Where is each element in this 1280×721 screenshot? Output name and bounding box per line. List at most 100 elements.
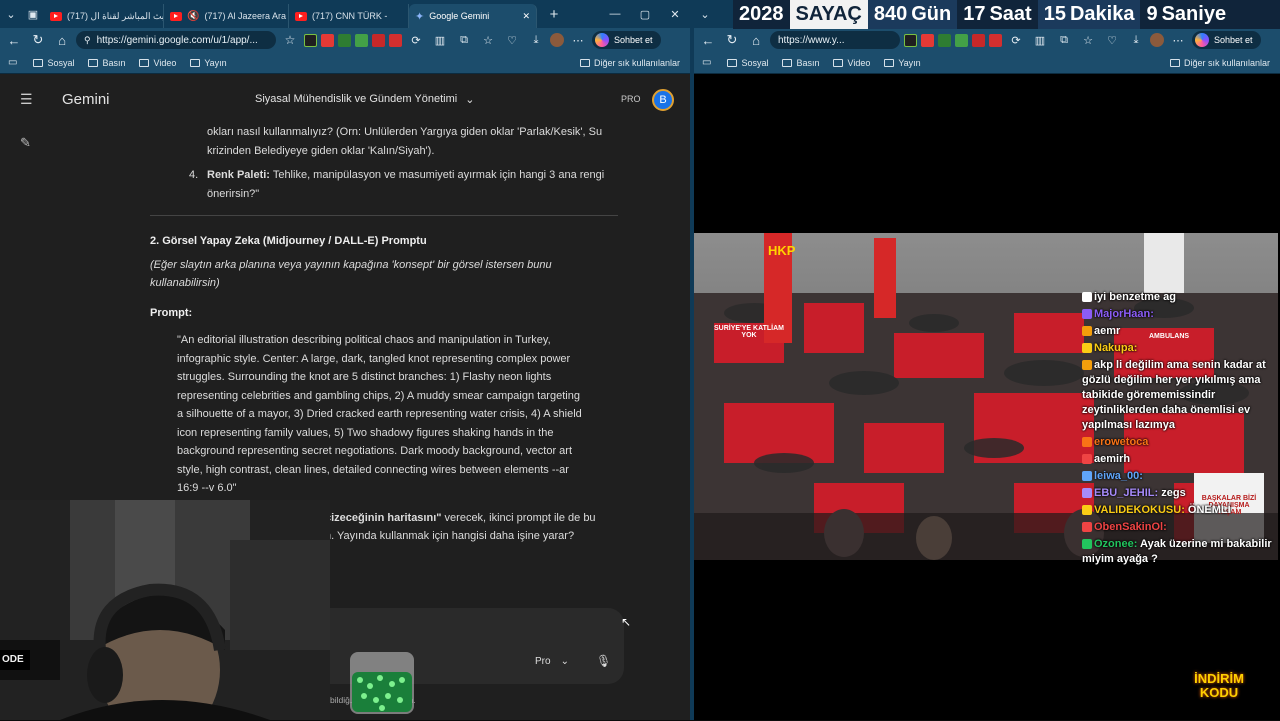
profile-avatar[interactable] — [550, 33, 564, 47]
more-menu-icon[interactable]: ⋯ — [568, 30, 588, 50]
extension-icon[interactable] — [372, 33, 385, 47]
mode-label: Pro — [535, 656, 551, 667]
url-field[interactable]: ⚲ https://gemini.google.com/u/1/app/... — [76, 31, 276, 49]
streamer-webcam: ODE — [0, 500, 330, 720]
extension-icon[interactable] — [338, 33, 351, 47]
hamburger-menu-icon[interactable]: ☰ — [20, 91, 33, 108]
bookmark-folder[interactable]: Basın — [88, 58, 125, 68]
bookmarks-bar: ▭ Sosyal Basın Video Yayın Diğer sık kul… — [0, 52, 690, 74]
chat-username: Nakupa: — [1094, 342, 1138, 354]
maximize-icon[interactable]: ▢ — [630, 3, 660, 25]
close-window-icon[interactable]: ✕ — [660, 3, 690, 25]
tab-google-gemini[interactable]: ✦ Google Gemini ✕ — [409, 4, 537, 28]
folder-icon — [833, 58, 844, 67]
extension-icon[interactable] — [904, 33, 917, 47]
extension-icon[interactable] — [938, 33, 951, 47]
extension-icon[interactable] — [304, 33, 317, 47]
muted-speaker-icon[interactable]: 🔇 — [187, 11, 199, 22]
favorites-icon[interactable]: ☆ — [1078, 30, 1098, 50]
browser-essentials-icon[interactable]: ♡ — [502, 30, 522, 50]
folder-icon — [190, 58, 201, 67]
chat-badge-icon — [1082, 360, 1092, 371]
back-arrow-icon[interactable]: ← — [4, 30, 24, 50]
new-tab-button[interactable]: + — [543, 3, 565, 25]
collections-icon[interactable]: ⧉ — [454, 30, 474, 50]
downloads-icon[interactable]: ⤓ — [1126, 30, 1146, 50]
countdown-year: 2028 — [733, 0, 790, 29]
split-screen-icon[interactable]: ▥ — [430, 30, 450, 50]
youtube-icon — [295, 11, 307, 21]
tab-youtube-aljazeera[interactable]: 🔇 (717) Al Jazeera Ara — [164, 4, 289, 28]
tab-youtube-arabic[interactable]: البث المباشر لقناة ال (717) — [44, 4, 164, 28]
minimize-icon[interactable]: — — [600, 3, 630, 25]
browser-essentials-icon[interactable]: ♡ — [1102, 30, 1122, 50]
chat-badge-icon — [1082, 488, 1092, 499]
folder-icon — [33, 58, 44, 67]
more-menu-icon[interactable]: ⋯ — [1168, 30, 1188, 50]
bookmark-folder[interactable]: Basın — [782, 58, 819, 68]
chat-badge-icon — [1082, 505, 1092, 516]
sidebar-toggle-icon[interactable]: ▭ — [8, 57, 17, 68]
extensions-puzzle-icon[interactable]: ⟳ — [1006, 30, 1026, 50]
chat-message: erowetoca — [1082, 435, 1278, 450]
model-mode-dropdown[interactable]: Pro ⌄ — [535, 656, 569, 667]
workspaces-icon[interactable]: ▣ — [22, 3, 44, 25]
copilot-chat-button[interactable]: Sohbet et — [592, 31, 661, 49]
live-chat-overlay: iyi benzetme ag MajorHaan: aemr Nakupa: ak… — [1082, 290, 1278, 569]
downloads-icon[interactable]: ⤓ — [526, 30, 546, 50]
home-icon[interactable]: ⌂ — [746, 30, 766, 50]
chat-username: leiwa_00: — [1094, 470, 1143, 482]
extension-icon[interactable] — [972, 33, 985, 47]
sidebar-toggle-icon[interactable]: ▭ — [702, 57, 711, 68]
url-field[interactable]: https://www.y... — [770, 31, 900, 49]
favorites-icon[interactable]: ☆ — [478, 30, 498, 50]
extension-icon[interactable] — [321, 33, 334, 47]
tab-actions-chevron-icon[interactable]: ⌄ — [694, 3, 716, 25]
copilot-chat-button[interactable]: Sohbet et — [1192, 31, 1261, 49]
extension-icon[interactable] — [921, 33, 934, 47]
chat-text: ÖNEMLİ — [1187, 504, 1231, 516]
collections-icon[interactable]: ⧉ — [1054, 30, 1074, 50]
bookmark-folder[interactable]: Sosyal — [727, 58, 768, 68]
chat-message: akp li değilim ama senin kadar at gözlü … — [1082, 358, 1278, 433]
bookmark-folder[interactable]: Yayın — [190, 58, 227, 68]
bookmark-folder[interactable]: Video — [139, 58, 176, 68]
bookmark-label: Yayın — [898, 57, 921, 68]
site-info-icon[interactable]: ⚲ — [84, 35, 91, 46]
chat-text: aemr — [1094, 325, 1121, 337]
other-bookmarks-folder[interactable]: Diğer sık kullanılanlar — [1169, 58, 1270, 68]
countdown-hours: 17 Saat — [957, 0, 1038, 29]
tab-youtube-cnnturk[interactable]: (717) CNN TÜRK - — [289, 4, 409, 28]
extension-icon[interactable] — [389, 33, 402, 47]
extension-icon[interactable] — [955, 33, 968, 47]
protest-sign-text: SURİYE'YE KATLİAM YOK — [714, 325, 784, 339]
new-chat-edit-icon[interactable]: ✎ — [20, 135, 31, 151]
tab-actions-chevron-icon[interactable]: ⌄ — [0, 3, 22, 25]
profile-avatar[interactable] — [1150, 33, 1164, 47]
conversation-title: Siyasal Mühendislik ve Gündem Yönetimi — [255, 93, 458, 105]
extensions-puzzle-icon[interactable]: ⟳ — [406, 30, 426, 50]
bookmark-folder[interactable]: Sosyal — [33, 58, 74, 68]
bookmark-folder[interactable]: Video — [833, 58, 870, 68]
home-icon[interactable]: ⌂ — [52, 30, 72, 50]
chat-badge-icon — [1082, 471, 1092, 482]
reload-icon[interactable]: ↻ — [28, 30, 48, 50]
extension-icon[interactable] — [989, 33, 1002, 47]
split-screen-icon[interactable]: ▥ — [1030, 30, 1050, 50]
item-bold-label: Renk Paleti: — [207, 169, 270, 181]
bookmark-folder[interactable]: Yayın — [884, 57, 921, 68]
reload-icon[interactable]: ↻ — [722, 30, 742, 50]
microphone-icon[interactable]: 🎙 — [596, 654, 611, 668]
close-tab-icon[interactable]: ✕ — [522, 11, 530, 22]
tab-label: (717) CNN TÜRK - — [312, 11, 388, 21]
back-arrow-icon[interactable]: ← — [698, 30, 718, 50]
account-avatar[interactable]: B — [652, 89, 674, 111]
other-bookmarks-folder[interactable]: Diğer sık kullanılanlar — [579, 58, 680, 68]
copilot-icon — [595, 33, 609, 47]
gemini-brand: Gemini — [62, 91, 110, 108]
favorite-star-icon[interactable]: ☆ — [280, 30, 300, 50]
extension-icon[interactable] — [355, 33, 368, 47]
bookmark-label: Sosyal — [47, 57, 75, 68]
conversation-title-dropdown[interactable]: Siyasal Mühendislik ve Gündem Yönetimi ⌄ — [255, 93, 474, 106]
folder-icon — [782, 58, 793, 67]
